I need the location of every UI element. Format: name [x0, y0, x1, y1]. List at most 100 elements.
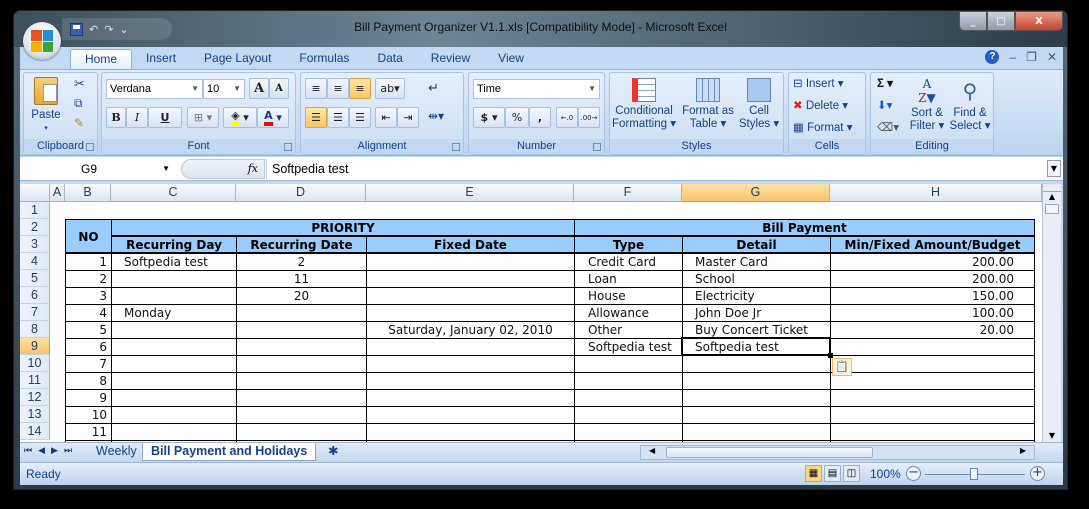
grow-font-button[interactable]: A	[249, 78, 269, 99]
workbook-restore-icon[interactable]: ❐	[1026, 50, 1037, 64]
cell-detail[interactable]	[683, 424, 830, 441]
row-header-4[interactable]: 4	[20, 253, 50, 270]
cell-recurring-date[interactable]	[237, 390, 366, 407]
bottom-align-icon[interactable]: ≡	[349, 78, 371, 99]
tab-view[interactable]: View	[484, 49, 538, 69]
row-header-8[interactable]: 8	[20, 321, 50, 338]
cell-fixed-date[interactable]	[367, 356, 574, 373]
cell-no[interactable]: 7	[66, 356, 111, 373]
cell-detail[interactable]: Electricity	[683, 288, 830, 305]
sort-filter-button[interactable]: A Z▼ Sort & Filter ▾	[907, 77, 947, 133]
font-color-button[interactable]: A ▾	[257, 107, 289, 128]
scroll-thumb[interactable]	[1045, 204, 1059, 214]
cell-recurring-date[interactable]: 2	[237, 254, 366, 271]
cell-recurring-date[interactable]	[237, 322, 366, 339]
insert-cells-button[interactable]: ⊟ Insert ▾	[793, 78, 844, 91]
conditional-formatting-button[interactable]: Conditional Formatting ▾	[612, 78, 676, 131]
row-header-11[interactable]: 11	[20, 372, 50, 389]
cell-fixed-date[interactable]	[367, 271, 574, 288]
page-break-preview-icon[interactable]: ◫	[843, 465, 860, 482]
number-launcher-icon[interactable]	[593, 143, 601, 151]
cell-recurring-date[interactable]	[237, 407, 366, 424]
cell-amount[interactable]	[831, 390, 1034, 407]
cell-recurring-date[interactable]	[237, 373, 366, 390]
cell-no[interactable]: 6	[66, 339, 111, 356]
top-align-icon[interactable]: ≡	[305, 78, 327, 99]
currency-button[interactable]: $ ▾	[473, 107, 505, 128]
cell-fixed-date[interactable]: Saturday, January 02, 2010	[367, 322, 574, 339]
increase-decimal-icon[interactable]: ←.0	[556, 107, 578, 128]
sheet-nav-arrows-icon[interactable]: ⏮◀▶⏭	[24, 446, 78, 456]
cell-no[interactable]: 9	[66, 390, 111, 407]
name-box-dropdown-icon[interactable]: ▼	[162, 159, 170, 179]
cell-recurring-date[interactable]	[237, 356, 366, 373]
save-icon[interactable]	[70, 22, 83, 36]
column-header-f[interactable]: F	[574, 184, 682, 202]
horizontal-scroll-thumb[interactable]	[666, 447, 873, 458]
column-header-a[interactable]: A	[50, 184, 65, 202]
format-painter-icon[interactable]: ✎	[74, 117, 84, 130]
column-header-h[interactable]: H	[830, 184, 1042, 202]
sheet-tab-weekly[interactable]: Weekly	[88, 443, 145, 461]
align-left-icon[interactable]: ☰	[305, 107, 327, 128]
cell-amount[interactable]: 100.00	[831, 305, 1034, 322]
cell-fixed-date[interactable]	[367, 373, 574, 390]
align-center-icon[interactable]: ☰	[327, 107, 349, 128]
cell-detail[interactable]	[683, 356, 830, 373]
comma-button[interactable]: ,	[529, 107, 551, 128]
cell-recurring-day[interactable]	[112, 424, 236, 441]
cell-recurring-day[interactable]: Softpedia test	[112, 254, 236, 271]
fill-icon[interactable]: ⬇▾	[877, 100, 892, 113]
bold-button[interactable]: B	[106, 107, 126, 128]
row-header-2[interactable]: 2	[20, 219, 50, 236]
cell-recurring-date[interactable]	[237, 424, 366, 441]
cell-fixed-date[interactable]	[367, 424, 574, 441]
row-header-10[interactable]: 10	[20, 355, 50, 372]
column-header-b[interactable]: B	[65, 184, 111, 202]
cell-fixed-date[interactable]	[367, 305, 574, 322]
cell-no[interactable]: 10	[66, 407, 111, 424]
cell-recurring-day[interactable]	[112, 339, 236, 356]
cell-recurring-day[interactable]	[112, 322, 236, 339]
cell-amount[interactable]	[831, 356, 1034, 373]
workbook-minimize-icon[interactable]: –	[1009, 50, 1016, 64]
clipboard-launcher-icon[interactable]	[86, 143, 94, 151]
workbook-close-icon[interactable]: ✕	[1047, 50, 1057, 64]
split-box-icon[interactable]	[1043, 184, 1061, 192]
cell-recurring-day[interactable]	[112, 288, 236, 305]
cell-amount[interactable]	[831, 339, 1034, 356]
name-box[interactable]: G9 ▼	[21, 159, 176, 179]
cell-fixed-date[interactable]	[367, 390, 574, 407]
copy-icon[interactable]: ⧉	[74, 97, 83, 110]
zoom-slider-thumb[interactable]	[970, 468, 978, 480]
font-launcher-icon[interactable]	[284, 143, 292, 151]
help-icon[interactable]: ?	[985, 50, 1000, 64]
autosum-button[interactable]: Σ ▾	[877, 78, 893, 91]
find-select-button[interactable]: ⚲ Find & Select ▾	[949, 77, 991, 133]
cell-type[interactable]: Other	[575, 322, 682, 339]
cell-fixed-date[interactable]	[367, 288, 574, 305]
cell-type[interactable]: Credit Card	[575, 254, 682, 271]
fill-color-button[interactable]: ◈ ▾	[223, 107, 257, 128]
cell-type[interactable]	[575, 424, 682, 441]
cell-amount[interactable]: 150.00	[831, 288, 1034, 305]
vertical-scrollbar[interactable]: ▲ ▼	[1042, 184, 1061, 442]
cell-recurring-day[interactable]	[112, 356, 236, 373]
page-layout-view-icon[interactable]: ▤	[824, 465, 841, 482]
format-as-table-button[interactable]: Format as Table ▾	[680, 78, 736, 131]
increase-indent-icon[interactable]: ⇥	[397, 107, 419, 128]
tab-review[interactable]: Review	[417, 49, 484, 69]
row-header-13[interactable]: 13	[20, 406, 50, 423]
column-header-d[interactable]: D	[236, 184, 366, 202]
align-right-icon[interactable]: ☰	[349, 107, 371, 128]
insert-sheet-icon[interactable]: ✱	[320, 443, 346, 461]
cell-detail[interactable]	[683, 390, 830, 407]
close-button[interactable]: X	[1015, 11, 1063, 31]
orientation-icon[interactable]: ab▾	[375, 78, 405, 99]
column-header-c[interactable]: C	[111, 184, 236, 202]
scroll-right-icon[interactable]: ▶	[1020, 446, 1026, 455]
horizontal-scrollbar[interactable]: ◀ ▶	[640, 445, 1035, 460]
normal-view-icon[interactable]: ▦	[805, 465, 822, 482]
zoom-level[interactable]: 100%	[870, 467, 901, 481]
cell-type[interactable]	[575, 356, 682, 373]
